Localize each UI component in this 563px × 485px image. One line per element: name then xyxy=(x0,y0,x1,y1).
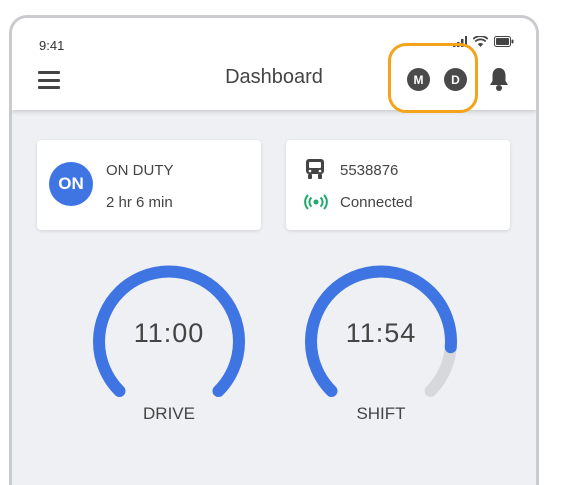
duty-duration-text: 2 hr 6 min xyxy=(106,194,173,211)
shift-gauge: 11:54 xyxy=(299,256,463,420)
status-time: 9:41 xyxy=(39,38,65,53)
shift-time-value: 11:54 xyxy=(345,318,417,348)
connected-icon xyxy=(304,194,328,210)
drive-time-value: 11:00 xyxy=(133,318,205,348)
phone-frame: 9:41 Dashboard M D ON ON DUTY 2 hr 6 min… xyxy=(9,15,539,485)
vehicle-card[interactable]: 5538876 Connected xyxy=(286,140,510,230)
driver-highlight xyxy=(388,43,478,113)
truck-icon xyxy=(306,159,324,179)
shift-label: SHIFT xyxy=(356,404,406,423)
duty-status-text: ON DUTY xyxy=(106,162,174,179)
battery-icon xyxy=(494,36,514,47)
on-duty-badge: ON xyxy=(49,162,93,206)
vehicle-id: 5538876 xyxy=(340,162,399,179)
drive-gauge: 11:00 xyxy=(87,256,251,420)
wifi-icon xyxy=(473,36,488,47)
duty-status-card[interactable]: ON ON DUTY 2 hr 6 min xyxy=(37,140,261,230)
bell-icon[interactable] xyxy=(488,66,510,92)
drive-label: DRIVE xyxy=(143,404,195,423)
connection-status: Connected xyxy=(340,194,413,211)
